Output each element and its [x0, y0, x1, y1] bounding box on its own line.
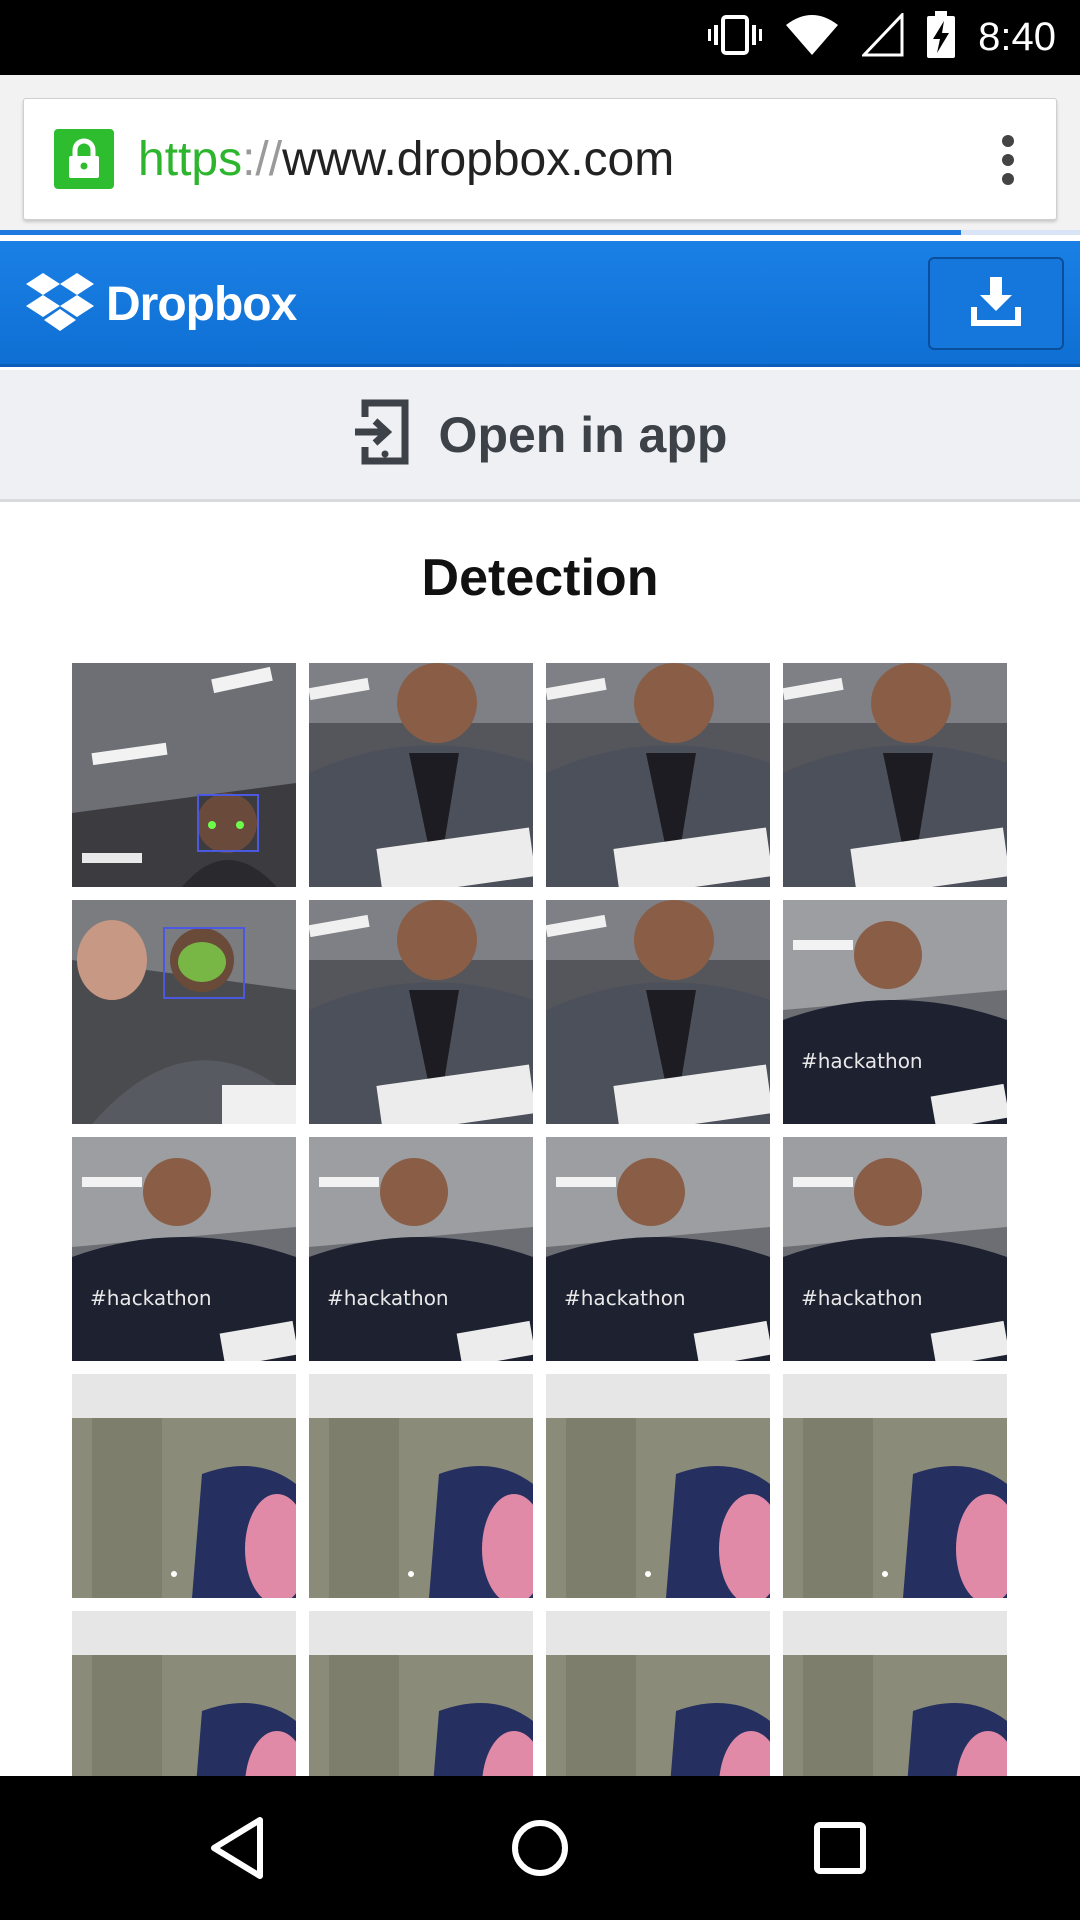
photo-thumbnail[interactable]: [72, 1611, 296, 1777]
wifi-icon: [784, 13, 840, 62]
thumbnail-image: #hackathon: [546, 1137, 770, 1361]
shirt-text: #hackathon: [564, 1286, 686, 1310]
brand-name: Dropbox: [106, 278, 297, 331]
photo-thumbnail[interactable]: [783, 1611, 1007, 1777]
page-title: Detection: [421, 549, 659, 607]
thumbnail-image: #hackathon: [72, 1137, 296, 1361]
url-scheme: https: [138, 133, 243, 186]
photo-thumbnail[interactable]: #hackathon: [783, 1137, 1007, 1361]
open-in-app-button[interactable]: Open in app: [0, 370, 1080, 502]
thumbnail-image: [72, 663, 296, 887]
thumbnail-grid: #hackathon #hackathon #hackathon #hackathon…: [72, 663, 1008, 1777]
status-icons: 8:40: [708, 0, 1056, 75]
dropbox-header: Dropbox: [0, 241, 1080, 367]
thumbnail-image: [546, 663, 770, 887]
photo-thumbnail[interactable]: [783, 663, 1007, 887]
photo-thumbnail[interactable]: [309, 1611, 533, 1777]
photo-thumbnail[interactable]: [546, 1374, 770, 1598]
photo-thumbnail[interactable]: [546, 1611, 770, 1777]
photo-thumbnail[interactable]: #hackathon: [546, 1137, 770, 1361]
thumbnail-image: [72, 1611, 296, 1777]
photo-thumbnail[interactable]: [783, 1374, 1007, 1598]
photo-thumbnail[interactable]: #hackathon: [783, 900, 1007, 1124]
dropbox-logo[interactable]: Dropbox: [26, 271, 297, 338]
more-vert-icon[interactable]: [1002, 135, 1016, 185]
thumbnail-image: [783, 663, 1007, 887]
page-load-progress: [0, 230, 1080, 235]
thumbnail-image: [309, 663, 533, 887]
battery-charging-icon: [926, 11, 956, 64]
lock-icon[interactable]: [54, 129, 114, 189]
thumbnail-image: [546, 1611, 770, 1777]
photo-thumbnail[interactable]: [309, 1374, 533, 1598]
photo-thumbnail[interactable]: [72, 663, 296, 887]
cell-signal-icon: [860, 11, 904, 62]
shirt-text: #hackathon: [90, 1286, 212, 1310]
photo-thumbnail[interactable]: [309, 900, 533, 1124]
thumbnail-image: [72, 1374, 296, 1598]
url-text[interactable]: https://www.dropbox.com: [138, 129, 674, 191]
thumbnail-image: [309, 1374, 533, 1598]
recents-icon[interactable]: [804, 1812, 876, 1884]
open-in-app-icon: [353, 399, 411, 470]
photo-thumbnail[interactable]: [309, 663, 533, 887]
thumbnail-image: [72, 900, 296, 1124]
url-host: www.dropbox.com: [282, 133, 675, 186]
shirt-text: #hackathon: [801, 1049, 923, 1073]
thumbnail-image: [309, 900, 533, 1124]
thumbnail-image: #hackathon: [783, 900, 1007, 1124]
thumbnail-image: [546, 900, 770, 1124]
thumbnail-image: [783, 1374, 1007, 1598]
back-icon[interactable]: [204, 1812, 276, 1884]
navigation-bar: [0, 1776, 1080, 1920]
status-time: 8:40: [978, 15, 1056, 59]
download-icon: [970, 275, 1022, 332]
thumbnail-image: [783, 1611, 1007, 1777]
photo-thumbnail[interactable]: [72, 900, 296, 1124]
thumbnail-image: [309, 1611, 533, 1777]
status-bar: 8:40: [0, 0, 1080, 75]
dropbox-logo-icon: [26, 271, 94, 338]
url-bar[interactable]: https://www.dropbox.com: [23, 98, 1057, 220]
open-in-app-label: Open in app: [438, 406, 728, 463]
thumbnail-image: #hackathon: [309, 1137, 533, 1361]
photo-thumbnail[interactable]: [72, 1374, 296, 1598]
shirt-text: #hackathon: [327, 1286, 449, 1310]
shirt-text: #hackathon: [801, 1286, 923, 1310]
download-button[interactable]: [928, 257, 1064, 350]
url-separator: ://: [242, 133, 283, 186]
thumbnail-image: #hackathon: [783, 1137, 1007, 1361]
photo-thumbnail[interactable]: #hackathon: [309, 1137, 533, 1361]
thumbnail-image: [546, 1374, 770, 1598]
photo-thumbnail[interactable]: #hackathon: [72, 1137, 296, 1361]
vibrate-icon: [708, 13, 763, 62]
photo-thumbnail[interactable]: [546, 663, 770, 887]
photo-thumbnail[interactable]: [546, 900, 770, 1124]
home-icon[interactable]: [504, 1812, 576, 1884]
browser-toolbar: https://www.dropbox.com: [0, 75, 1080, 235]
